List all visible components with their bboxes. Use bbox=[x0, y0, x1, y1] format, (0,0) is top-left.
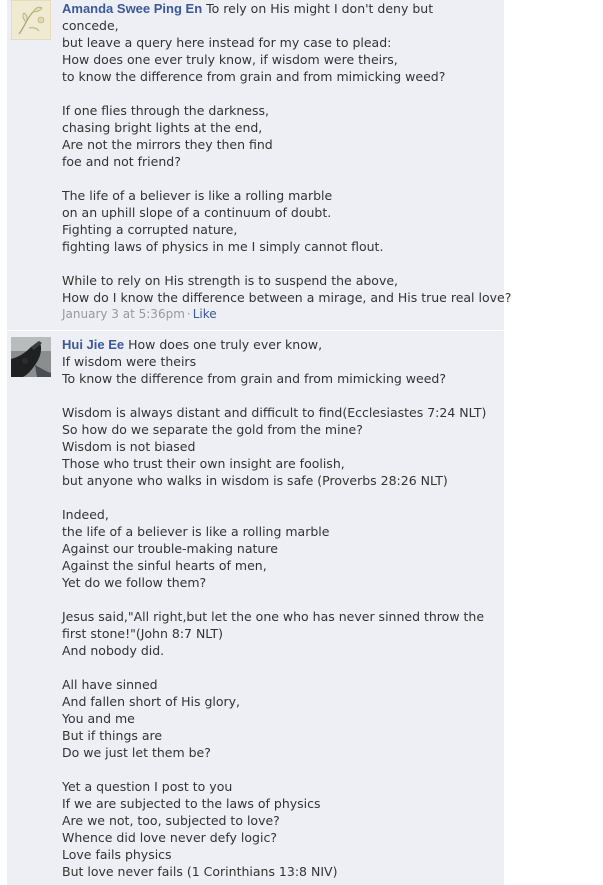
comment-text-line: Fighting a corrupted nature, bbox=[62, 222, 238, 237]
comment-text-line: If one flies through the darkness, bbox=[62, 103, 269, 118]
author-link[interactable]: Hui Jie Ee bbox=[62, 337, 124, 352]
comment-text-line: foe and not friend? bbox=[62, 154, 181, 169]
comment-text-line: fighting laws of physics in me I simply … bbox=[62, 239, 384, 254]
comment-text-line: Do we just let them be? bbox=[62, 745, 211, 760]
comment-body: Amanda Swee Ping En To rely on His might… bbox=[62, 0, 512, 323]
timestamp-link[interactable]: January 3 at 5:36pm bbox=[62, 307, 185, 321]
comment-text-line: So how do we separate the gold from the … bbox=[62, 422, 363, 437]
comment-text-line: But love never fails (1 Corinthians 13:8… bbox=[62, 864, 338, 879]
comment-text-line: And fallen short of His glory, bbox=[62, 694, 241, 709]
avatar[interactable] bbox=[11, 0, 51, 40]
flower-sketch-avatar-icon bbox=[11, 0, 51, 40]
comment-text-line: but anyone who walks in wisdom is safe (… bbox=[62, 473, 448, 488]
comment-text-line: To know the difference from grain and fr… bbox=[62, 371, 446, 386]
comment-text-line: on an uphill slope of a continuum of dou… bbox=[62, 205, 332, 220]
comment: Amanda Swee Ping En To rely on His might… bbox=[7, 0, 512, 330]
comment-text-line: Jesus said,"All right,but let the one wh… bbox=[62, 609, 485, 624]
like-link[interactable]: Like bbox=[193, 307, 217, 321]
comment-text-line: Love fails physics bbox=[62, 847, 172, 862]
comment-text-line: Yet a question I post to you bbox=[62, 779, 233, 794]
comment-text-line: Yet do we follow them? bbox=[62, 575, 207, 590]
comment-text-line: Are we not, too, subjected to love? bbox=[62, 813, 280, 828]
comment: Hui Jie Ee How does one truly ever know,… bbox=[7, 331, 504, 885]
comment-text-line: All have sinned bbox=[62, 677, 158, 692]
comment-text-line: concede, bbox=[62, 18, 119, 33]
comment-text-line: first stone!"(John 8:7 NLT) bbox=[62, 626, 224, 641]
comment-text-line: to know the difference from grain and fr… bbox=[62, 69, 446, 84]
comment-text-line: Are not the mirrors they then find bbox=[62, 137, 273, 152]
comment-text-line: If wisdom were theirs bbox=[62, 354, 197, 369]
comment-text-line: Wisdom is always distant and difficult t… bbox=[62, 405, 487, 420]
dark-photo-avatar-icon bbox=[11, 337, 51, 377]
comment-text-line: But if things are bbox=[62, 728, 163, 743]
comment-text-line: How does one truly ever know, bbox=[128, 337, 323, 352]
comment-text-line: Against our trouble-making nature bbox=[62, 541, 278, 556]
comment-text-line: If we are subjected to the laws of physi… bbox=[62, 796, 321, 811]
comment-text-line: The life of a believer is like a rolling… bbox=[62, 188, 333, 203]
meta-separator: · bbox=[186, 307, 191, 321]
comment-text-line: the life of a believer is like a rolling… bbox=[62, 524, 330, 539]
comment-text-line: Whence did love never defy logic? bbox=[62, 830, 277, 845]
comment-text-line: And nobody did. bbox=[62, 643, 165, 658]
comment-text-line: To rely on His might I don't deny but bbox=[206, 1, 434, 16]
comment-text-line: You and me bbox=[62, 711, 135, 726]
comment-text-line: How do I know the difference between a m… bbox=[62, 290, 512, 305]
avatar[interactable] bbox=[11, 337, 51, 377]
comment-thread: Amanda Swee Ping En To rely on His might… bbox=[7, 0, 512, 885]
comment-meta: January 3 at 5:36pm · Like bbox=[62, 306, 502, 323]
comment-text-line: chasing bright lights at the end, bbox=[62, 120, 263, 135]
comment-text-line: Against the sinful hearts of men, bbox=[62, 558, 267, 573]
comment-text-line: How does one ever truly know, if wisdom … bbox=[62, 52, 398, 67]
comment-text-line: While to rely on His strength is to susp… bbox=[62, 273, 399, 288]
comment-text-line: but leave a query here instead for my ca… bbox=[62, 35, 392, 50]
comment-body: Hui Jie Ee How does one truly ever know,… bbox=[62, 336, 502, 880]
comment-text-line: Wisdom is not biased bbox=[62, 439, 196, 454]
comment-text-line: Those who trust their own insight are fo… bbox=[62, 456, 345, 471]
comment-text-line: Indeed, bbox=[62, 507, 109, 522]
author-link[interactable]: Amanda Swee Ping En bbox=[62, 1, 202, 16]
